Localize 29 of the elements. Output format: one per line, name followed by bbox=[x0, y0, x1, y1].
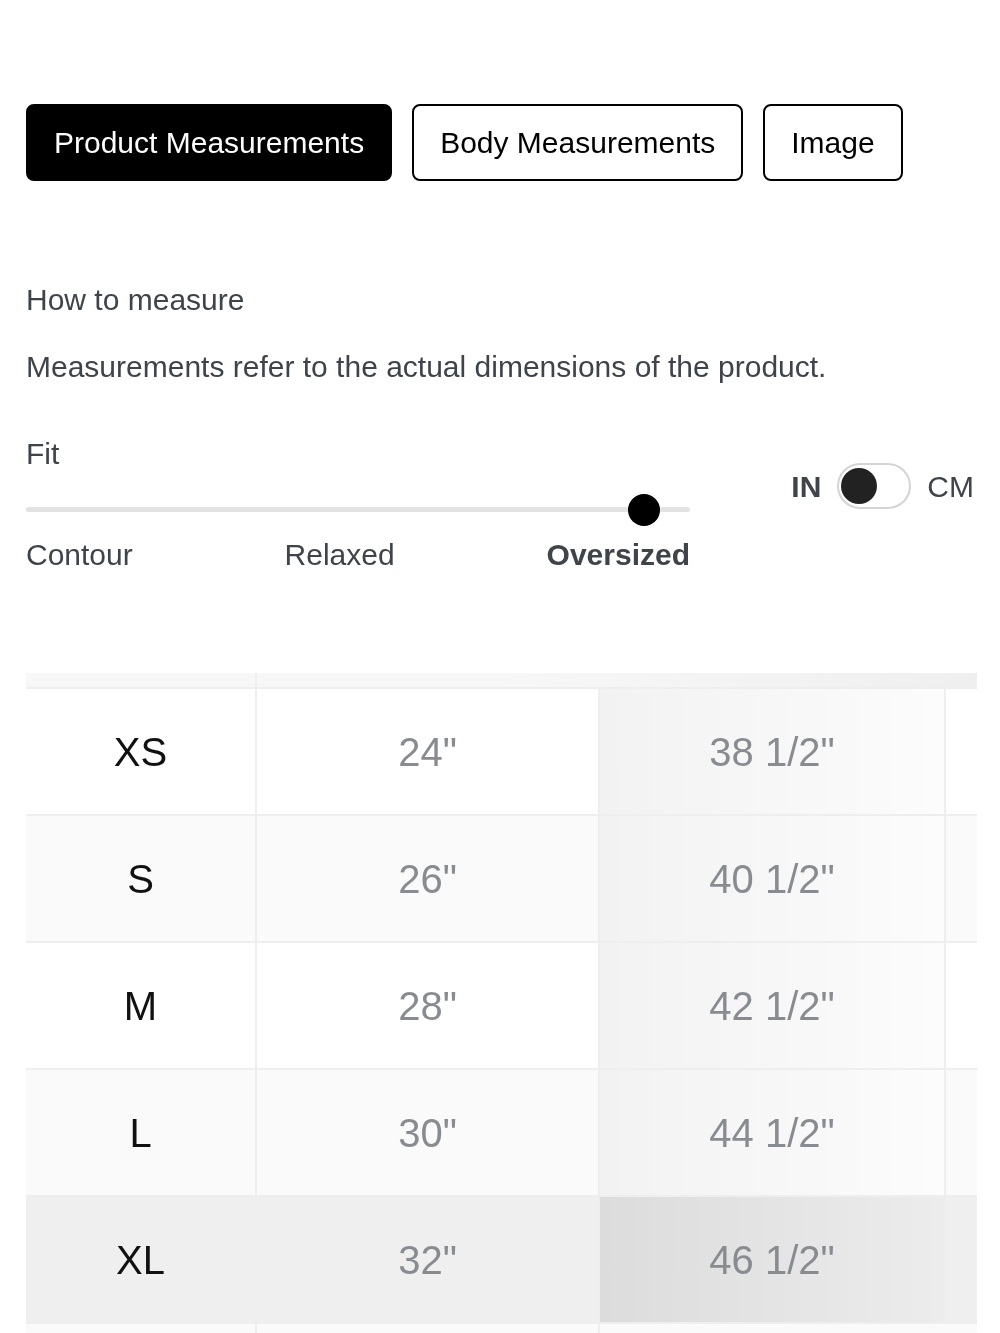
table-cell: XS bbox=[26, 689, 257, 814]
table-cell: 44 1/2" bbox=[600, 1070, 946, 1195]
fit-option[interactable]: Oversized bbox=[546, 532, 690, 577]
tab[interactable]: Body Measurements bbox=[412, 104, 744, 181]
table-cell: 42 1/2" bbox=[600, 943, 946, 1068]
table-row[interactable]: XS 24" 38 1/2" bbox=[26, 689, 977, 816]
table-row[interactable]: L 30" 44 1/2" bbox=[26, 1070, 977, 1197]
table-row[interactable]: XL 32" 46 1/2" bbox=[26, 1197, 977, 1324]
table-cell: M bbox=[26, 943, 257, 1068]
table-cell: 46 1/2" bbox=[600, 1197, 946, 1322]
table-cell: XL bbox=[26, 1197, 257, 1322]
table-cell: S bbox=[26, 816, 257, 941]
description: Measurements refer to the actual dimensions of the product. bbox=[26, 349, 828, 385]
table-row[interactable]: S 26" 40 1/2" bbox=[26, 816, 977, 943]
slider-thumb[interactable] bbox=[627, 494, 660, 526]
fit-option[interactable]: Relaxed bbox=[284, 532, 395, 577]
table-row[interactable]: M 28" 42 1/2" bbox=[26, 943, 977, 1070]
table-cell: 38 1/2" bbox=[600, 689, 946, 814]
tab[interactable]: Image bbox=[763, 104, 903, 181]
fit-option[interactable]: Contour bbox=[26, 532, 133, 577]
fit-slider[interactable] bbox=[26, 494, 690, 526]
unit-toggle[interactable] bbox=[837, 463, 912, 509]
section-title: How to measure bbox=[26, 282, 246, 318]
unit-label: IN bbox=[791, 468, 822, 505]
table-cell: L bbox=[26, 1070, 257, 1195]
tab[interactable]: Product Measurements bbox=[26, 104, 393, 181]
fit-label: Fit bbox=[26, 436, 61, 472]
unit-label: CM bbox=[927, 468, 974, 505]
table-cell: 40 1/2" bbox=[600, 816, 946, 941]
